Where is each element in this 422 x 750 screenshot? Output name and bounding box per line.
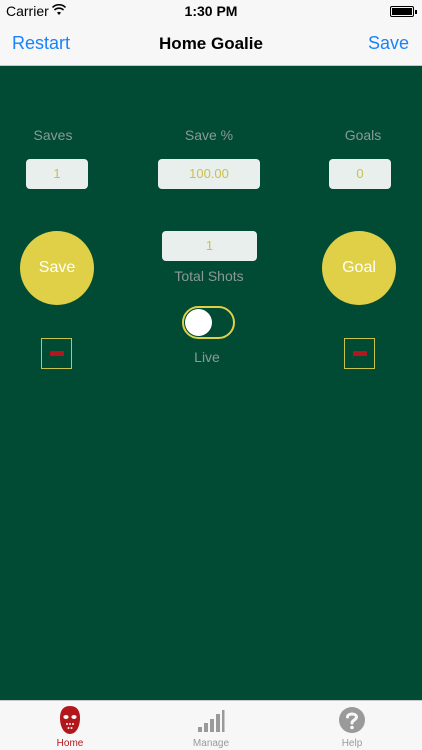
goalie-mask-icon: [60, 706, 80, 734]
total-shots-label: Total Shots: [174, 268, 244, 284]
status-bar: Carrier 1:30 PM: [0, 0, 422, 22]
question-icon: [339, 707, 365, 733]
decrement-saves-button[interactable]: [41, 338, 72, 369]
tab-help-label: Help: [341, 738, 363, 749]
tab-manage-label: Manage: [192, 738, 230, 749]
navigation-bar: Restart Home Goalie Save: [0, 22, 422, 66]
save-percent-value: 100.00: [158, 159, 260, 189]
save-percent-label: Save %: [184, 127, 234, 143]
signal-bars-icon: [198, 710, 225, 732]
goal-button[interactable]: Goal: [322, 231, 396, 305]
battery-icon: [390, 6, 417, 17]
save-button[interactable]: Save: [368, 33, 409, 54]
live-label: Live: [194, 349, 220, 365]
minus-icon: [353, 351, 367, 356]
main-panel: Saves Save % Goals 1 100.00 0 Save Goal …: [0, 66, 422, 700]
live-toggle[interactable]: [182, 306, 235, 339]
save-shot-button[interactable]: Save: [20, 231, 94, 305]
tab-home[interactable]: Home: [0, 701, 140, 750]
tab-bar: Home Manage Help: [0, 700, 422, 750]
clock: 1:30 PM: [184, 3, 238, 19]
toggle-knob: [185, 309, 212, 336]
tab-home-label: Home: [56, 738, 84, 749]
goals-label: Goals: [344, 127, 382, 143]
tab-help[interactable]: Help: [282, 701, 422, 750]
saves-value: 1: [26, 159, 88, 189]
page-title: Home Goalie: [159, 34, 263, 53]
decrement-goals-button[interactable]: [344, 338, 375, 369]
total-shots-value: 1: [162, 231, 257, 261]
saves-label: Saves: [33, 127, 73, 143]
minus-icon: [50, 351, 64, 356]
tab-manage[interactable]: Manage: [141, 701, 281, 750]
goals-value: 0: [329, 159, 391, 189]
